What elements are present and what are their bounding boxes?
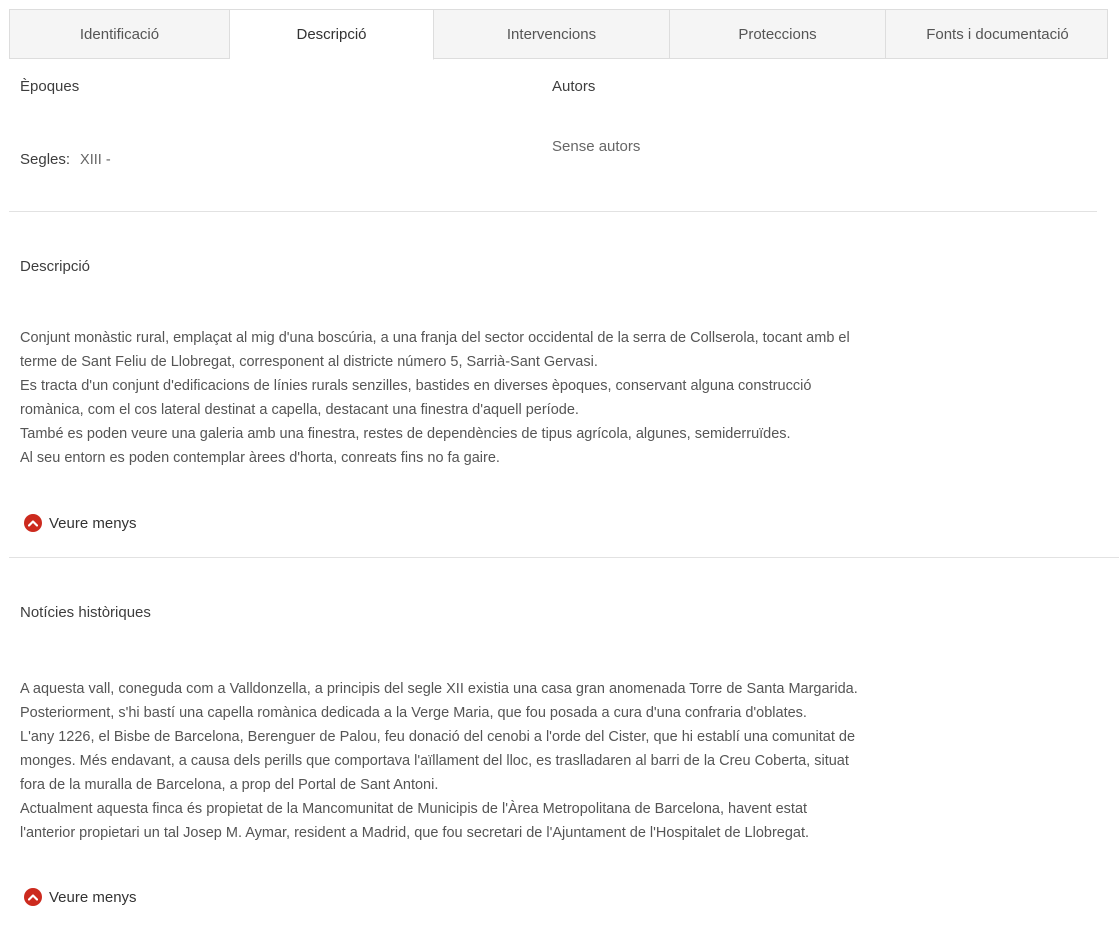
tab-fonts-documentacio[interactable]: Fonts i documentació — [886, 10, 1109, 58]
descripcio-heading: Descripció — [20, 258, 91, 275]
autors-heading: Autors — [552, 78, 596, 95]
descripcio-line: Conjunt monàstic rural, emplaçat al mig … — [20, 330, 850, 346]
descripcio-line: També es poden veure una galeria amb una… — [20, 426, 791, 442]
descripcio-line: terme de Sant Feliu de Llobregat, corres… — [20, 354, 598, 370]
noticies-toggle-label[interactable]: Veure menys — [49, 889, 137, 906]
segles-value: XIII - — [80, 152, 111, 168]
descripcio-toggle[interactable]: Veure menys — [24, 514, 137, 532]
noticies-line: Actualment aquesta finca és propietat de… — [20, 801, 808, 817]
noticies-line: monges. Més endavant, a causa dels peril… — [20, 753, 849, 769]
noticies-line: L'any 1226, el Bisbe de Barcelona, Beren… — [20, 729, 856, 745]
tab-proteccions[interactable]: Proteccions — [670, 10, 886, 58]
section-divider — [9, 211, 1097, 212]
descripcio-line: romànica, com el cos lateral destinat a … — [20, 402, 579, 418]
noticies-line: fora de la muralla de Barcelona, a prop … — [20, 777, 439, 793]
noticies-line: A aquesta vall, coneguda com a Valldonze… — [20, 681, 858, 697]
section-divider — [9, 557, 1119, 558]
tab-descripcio[interactable]: Descripció — [230, 10, 434, 60]
epoques-heading: Èpoques — [20, 78, 80, 95]
segles-row: Segles: XIII - — [20, 151, 111, 168]
tab-identificacio[interactable]: Identificació — [10, 10, 230, 58]
noticies-toggle[interactable]: Veure menys — [24, 888, 137, 906]
noticies-heading: Notícies històriques — [20, 604, 151, 621]
noticies-line: Posteriorment, s'hi bastí una capella ro… — [20, 705, 807, 721]
autors-value: Sense autors — [552, 138, 641, 155]
chevron-up-circle-icon — [24, 888, 42, 906]
descripcio-toggle-label[interactable]: Veure menys — [49, 515, 137, 532]
descripcio-line: Al seu entorn es poden contemplar àrees … — [20, 450, 500, 466]
tab-intervencions[interactable]: Intervencions — [434, 10, 670, 58]
descripcio-line: Es tracta d'un conjunt d'edificacions de… — [20, 378, 812, 394]
noticies-line: l'anterior propietari un tal Josep M. Ay… — [20, 825, 810, 841]
noticies-text: A aquesta vall, coneguda com a Valldonze… — [20, 677, 1110, 845]
chevron-up-circle-icon — [24, 514, 42, 532]
segles-label: Segles: — [20, 151, 71, 168]
descripcio-text: Conjunt monàstic rural, emplaçat al mig … — [20, 326, 1110, 470]
tab-bar: Identificació Descripció Intervencions P… — [9, 9, 1109, 60]
